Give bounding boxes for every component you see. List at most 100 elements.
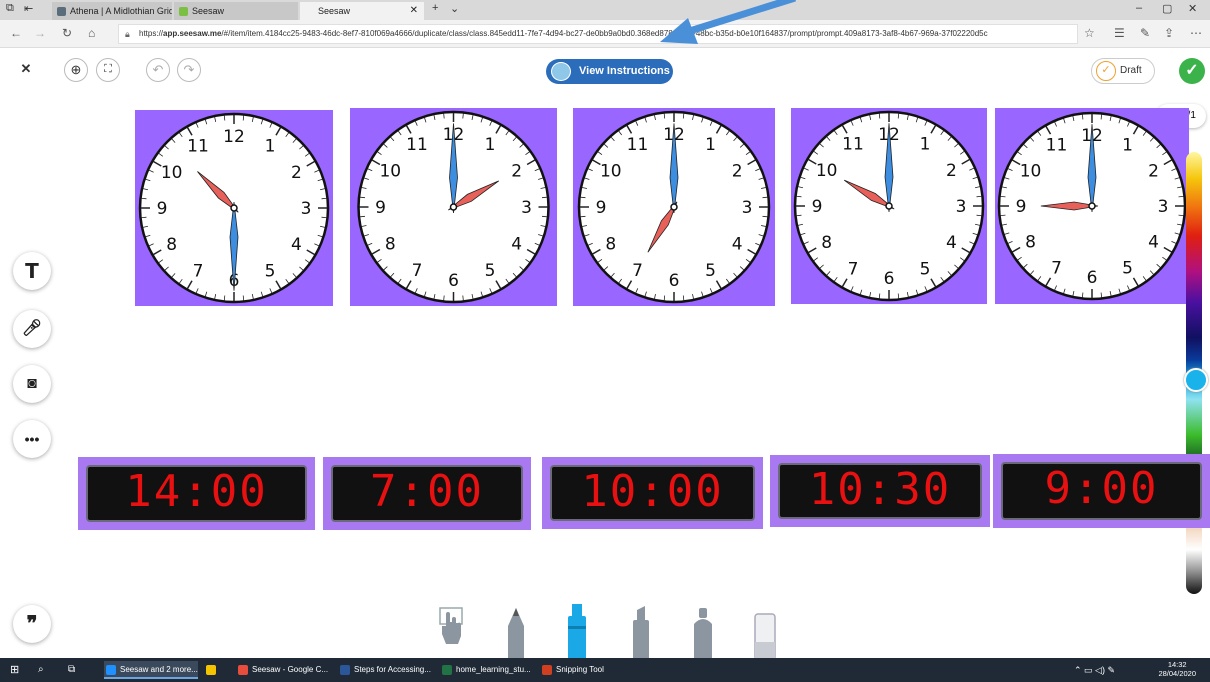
fullscreen-icon[interactable]: ⛶ <box>96 58 120 82</box>
submit-check-button[interactable]: ✓ <box>1179 58 1205 84</box>
clock-tick <box>1178 195 1184 198</box>
taskbar-item-excel[interactable]: home_learning_stu... <box>440 661 532 679</box>
tab-actions-icon[interactable]: ⧉ <box>6 2 14 15</box>
clock-number: 11 <box>842 135 864 155</box>
clock-tick <box>580 196 586 199</box>
favorites-bar-icon[interactable]: ☰ <box>1114 26 1125 40</box>
clock-number: 11 <box>1046 136 1068 156</box>
taskbar-item-chrome[interactable]: Seesaw - Google C... <box>236 661 328 679</box>
clock-tick <box>682 295 685 301</box>
clock-tick <box>1081 114 1084 120</box>
chevron-down-icon[interactable]: ⌄ <box>450 2 459 15</box>
clock-tick <box>762 196 768 199</box>
clock-number: 3 <box>521 198 532 218</box>
address-bar-row: ← → ↻ ⌂ 🔒︎ https://app.seesaw.me/#/item/… <box>0 20 1210 48</box>
digital-clock-card[interactable]: 14:00 <box>78 457 315 530</box>
set-tabs-aside-icon[interactable]: ⇤ <box>24 2 33 15</box>
highlighter-icon[interactable] <box>628 604 654 660</box>
new-tab-icon[interactable]: + <box>432 2 438 14</box>
globe-icon <box>551 62 571 81</box>
taskbar-item-snipping[interactable]: Snipping Tool <box>540 661 620 679</box>
system-clock[interactable]: 14:32 28/04/2020 <box>1158 660 1196 678</box>
clock-tick <box>541 215 548 218</box>
caption-quote-button[interactable]: ❞ <box>13 605 51 643</box>
undo-icon[interactable]: ↶ <box>146 58 170 82</box>
clock-number: 5 <box>705 261 716 281</box>
camera-button[interactable]: ◙ <box>13 365 51 403</box>
taskbar-label: Steps for Accessing... <box>354 665 431 674</box>
zoom-in-icon[interactable]: ⊕ <box>64 58 88 82</box>
redo-icon[interactable]: ↷ <box>177 58 201 82</box>
favorite-star-icon[interactable]: ☆ <box>1084 26 1095 40</box>
more-tools-button[interactable]: ••• <box>13 420 51 458</box>
taskbar-item-word[interactable]: Steps for Accessing... <box>338 661 431 679</box>
taskbar-item-edge[interactable]: Seesaw and 2 more... <box>104 661 198 679</box>
clock-number: 9 <box>1016 197 1027 217</box>
clock-number: 8 <box>821 233 832 253</box>
clock-tick <box>321 216 327 219</box>
clock-number: 5 <box>265 261 276 281</box>
clock-tick <box>878 293 881 299</box>
spray-paint-icon[interactable] <box>690 604 716 660</box>
back-icon[interactable]: ← <box>10 26 22 40</box>
url-field[interactable]: 🔒︎ https://app.seesaw.me/#/item/item.418… <box>118 24 1078 44</box>
share-icon[interactable]: ⇪ <box>1164 26 1174 40</box>
home-icon[interactable]: ⌂ <box>88 26 95 40</box>
taskbar-item-explorer[interactable] <box>204 661 224 679</box>
tab-athena[interactable]: Athena | A Midlothian Grid <box>52 2 172 20</box>
refresh-icon[interactable]: ↻ <box>62 26 72 40</box>
clock-number: 7 <box>412 261 423 281</box>
clock-number: 7 <box>1051 258 1062 278</box>
snipping-tool-icon <box>542 665 552 675</box>
analog-clock-card[interactable]: 121234567891011 <box>135 110 333 306</box>
digital-clock-card[interactable]: 10:00 <box>542 457 763 529</box>
analog-clock-card[interactable]: 121234567891011 <box>995 108 1189 304</box>
digital-clock-card[interactable]: 7:00 <box>323 457 531 530</box>
notes-pen-icon[interactable]: ✎ <box>1140 26 1150 40</box>
more-menu-icon[interactable]: ⋯ <box>1190 26 1202 40</box>
microphone-button[interactable]: 🎤︎ <box>13 310 51 348</box>
clock-number: 3 <box>1158 197 1169 217</box>
analog-clock-card[interactable]: 121234567891011 <box>350 108 557 306</box>
view-instructions-button[interactable]: View Instructions <box>546 59 673 84</box>
clock-tick <box>878 113 881 119</box>
athena-tab-icon <box>57 7 66 16</box>
color-slider-knob[interactable] <box>1184 368 1208 392</box>
pencil-icon[interactable] <box>503 604 529 660</box>
system-tray-icons[interactable]: ⌃ ▭ ◁) ✎ <box>1070 661 1115 679</box>
tab-seesaw-1[interactable]: Seesaw <box>174 2 298 20</box>
forward-icon[interactable]: → <box>34 26 46 40</box>
close-window-icon[interactable]: ✕ <box>1188 2 1197 15</box>
analog-clock-card[interactable]: 121234567891011 <box>791 108 987 304</box>
minimize-icon[interactable]: – <box>1136 2 1142 14</box>
clock-number: 10 <box>1020 162 1042 182</box>
text-tool-button[interactable]: T <box>13 252 51 290</box>
draft-label: Draft <box>1120 65 1142 76</box>
analog-clock-card[interactable]: 121234567891011 <box>573 108 775 306</box>
taskbar-label: Seesaw - Google C... <box>252 665 329 674</box>
clock-tick <box>897 293 900 299</box>
digital-clock-card[interactable]: 9:00 <box>993 454 1210 528</box>
windows-start-icon[interactable]: ⊞ <box>4 661 19 679</box>
digital-clock-card[interactable]: 10:30 <box>770 455 990 527</box>
clock-tick <box>762 215 768 218</box>
close-tab-icon[interactable]: ✕ <box>410 2 418 20</box>
task-view-icon[interactable]: ⧉ <box>62 661 75 679</box>
draft-button[interactable]: ✓ Draft <box>1091 58 1155 84</box>
close-icon[interactable]: ✕ <box>14 58 38 82</box>
hand-select-icon[interactable] <box>438 604 464 660</box>
tab-label: Athena | A Midlothian Grid <box>70 6 172 16</box>
windows-taskbar: ⊞ ⌕ ⧉ Seesaw and 2 more... Seesaw - Goog… <box>0 658 1210 682</box>
tab-label: Seesaw <box>192 6 225 16</box>
clock-tick <box>443 295 445 301</box>
search-icon[interactable]: ⌕ <box>32 661 44 679</box>
clock-tick <box>242 115 245 121</box>
url-host: app.seesaw.me <box>163 29 222 38</box>
clock-number: 9 <box>596 198 607 218</box>
eraser-icon[interactable] <box>752 604 778 660</box>
clock-tick <box>359 215 366 218</box>
maximize-icon[interactable]: ▢ <box>1162 2 1172 15</box>
tab-seesaw-active[interactable]: Seesaw ✕ <box>300 2 424 20</box>
clock-number: 10 <box>161 163 183 183</box>
marker-icon[interactable] <box>564 604 590 660</box>
